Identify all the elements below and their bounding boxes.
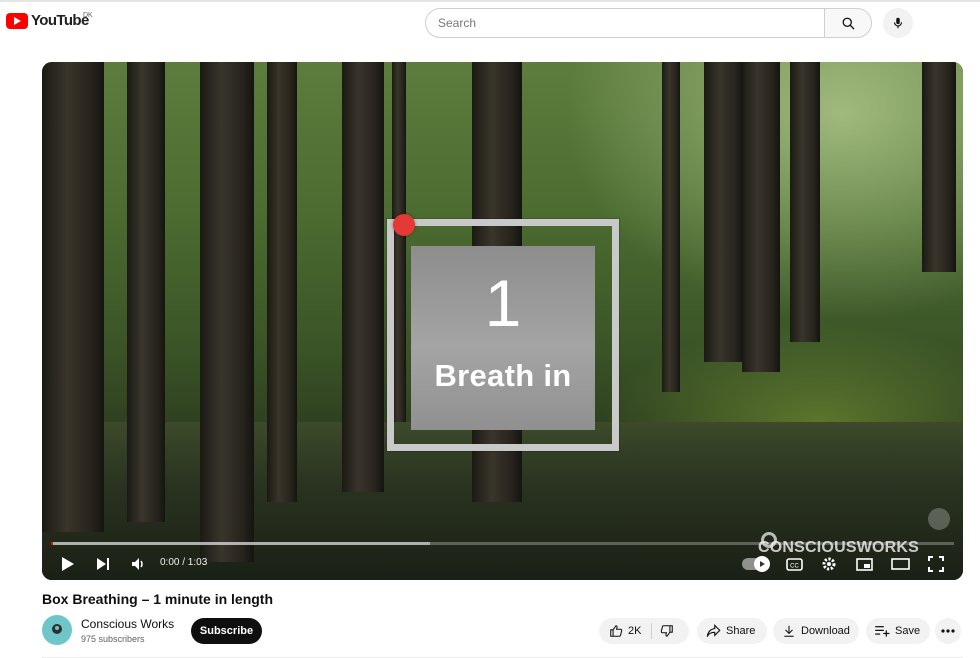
fullscreen-button[interactable] bbox=[924, 552, 948, 576]
avatar[interactable] bbox=[42, 615, 72, 645]
channel-avatar-icon bbox=[52, 624, 62, 634]
dislike-icon bbox=[661, 625, 674, 637]
breath-count: 1 bbox=[484, 266, 522, 340]
share-label: Share bbox=[726, 625, 756, 637]
channel-name[interactable]: Conscious Works bbox=[81, 617, 174, 631]
like-icon bbox=[610, 625, 623, 637]
settings-icon bbox=[822, 557, 836, 571]
search-bar bbox=[425, 8, 872, 38]
next-icon bbox=[97, 558, 109, 570]
progress-played bbox=[51, 542, 53, 545]
theater-icon bbox=[890, 558, 910, 570]
save-icon bbox=[875, 626, 890, 637]
download-icon bbox=[784, 625, 794, 637]
more-actions-button[interactable] bbox=[935, 618, 961, 644]
volume-icon bbox=[131, 558, 143, 570]
top-border bbox=[0, 0, 980, 2]
svg-text:CC: CC bbox=[790, 563, 799, 569]
country-code: DK bbox=[83, 12, 93, 19]
download-label: Download bbox=[801, 625, 850, 637]
save-label: Save bbox=[895, 625, 921, 637]
video-player[interactable]: 1 Breath in CONSCIOUSWORKS 0:00 / 1:03 C… bbox=[42, 62, 963, 580]
miniplayer-button[interactable] bbox=[852, 552, 876, 576]
time-display: 0:00 / 1:03 bbox=[160, 557, 208, 568]
download-button[interactable]: Download bbox=[773, 618, 859, 644]
channel-branding-icon[interactable] bbox=[928, 508, 950, 530]
play-icon bbox=[62, 557, 74, 571]
fullscreen-icon bbox=[928, 556, 944, 572]
settings-button[interactable] bbox=[817, 552, 841, 576]
player-controls: 0:00 / 1:03 CC bbox=[42, 548, 963, 580]
subscribe-button[interactable]: Subscribe bbox=[191, 618, 262, 644]
next-button[interactable] bbox=[91, 552, 115, 576]
progress-loaded bbox=[51, 542, 431, 545]
progress-bar[interactable] bbox=[51, 542, 954, 545]
autoplay-toggle-icon bbox=[754, 556, 770, 572]
like-count: 2K bbox=[628, 625, 642, 637]
search-icon bbox=[842, 17, 855, 30]
like-button[interactable]: 2K bbox=[599, 624, 641, 638]
share-button[interactable]: Share bbox=[697, 618, 767, 644]
dislike-button[interactable] bbox=[652, 624, 674, 638]
theater-mode-button[interactable] bbox=[888, 552, 912, 576]
captions-icon: CC bbox=[785, 557, 803, 571]
autoplay-toggle[interactable] bbox=[742, 556, 770, 572]
volume-button[interactable] bbox=[126, 552, 150, 576]
captions-button[interactable]: CC bbox=[782, 552, 806, 576]
breathing-box: 1 Breath in bbox=[411, 246, 595, 430]
youtube-logo-icon bbox=[6, 12, 28, 29]
voice-search-button[interactable] bbox=[883, 8, 913, 38]
search-button[interactable] bbox=[824, 8, 872, 38]
video-title: Box Breathing – 1 minute in length bbox=[42, 591, 274, 607]
breath-instruction: Breath in bbox=[434, 358, 572, 393]
more-icon bbox=[941, 629, 955, 633]
search-input[interactable] bbox=[425, 8, 824, 38]
share-icon bbox=[706, 624, 721, 637]
save-button[interactable]: Save bbox=[866, 618, 930, 644]
breath-progress-dot bbox=[393, 214, 415, 236]
like-dislike-group: 2K bbox=[599, 618, 689, 644]
play-button[interactable] bbox=[56, 552, 80, 576]
miniplayer-icon bbox=[855, 557, 873, 571]
mic-icon bbox=[893, 17, 903, 29]
subscriber-count: 975 subscribers bbox=[81, 634, 145, 644]
youtube-logo[interactable]: YouTube DK bbox=[6, 12, 93, 29]
logo-text: YouTube bbox=[31, 12, 89, 29]
